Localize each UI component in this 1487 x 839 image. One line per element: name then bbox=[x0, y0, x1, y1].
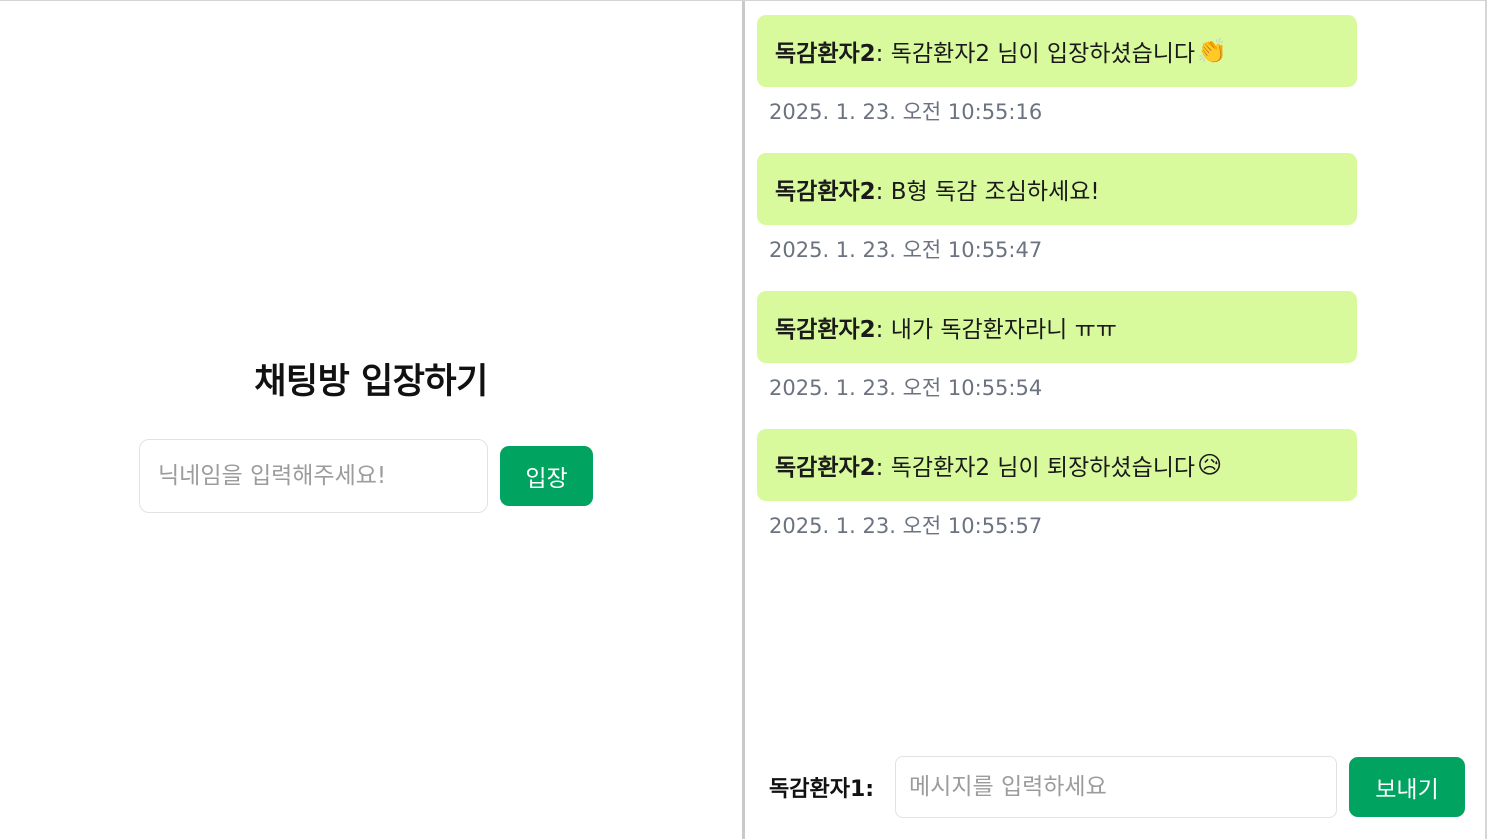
message-text: : 독감환자2 님이 퇴장하셨습니다 bbox=[875, 455, 1196, 481]
message-bubble: 독감환자2 : 독감환자2 님이 퇴장하셨습니다 😥 bbox=[757, 429, 1357, 501]
message-item: 독감환자2 : B형 독감 조심하세요! 2025. 1. 23. 오전 10:… bbox=[757, 153, 1357, 264]
message-bubble: 독감환자2 : 독감환자2 님이 입장하셨습니다 👏 bbox=[757, 15, 1357, 87]
message-item: 독감환자2 : 내가 독감환자라니 ㅠㅠ 2025. 1. 23. 오전 10:… bbox=[757, 291, 1357, 402]
join-title: 채팅방 입장하기 bbox=[254, 362, 488, 402]
message-timestamp: 2025. 1. 23. 오전 10:55:57 bbox=[769, 514, 1043, 538]
message-bubble: 독감환자2 : B형 독감 조심하세요! bbox=[757, 153, 1357, 225]
send-button[interactable]: 보내기 bbox=[1349, 757, 1465, 817]
app-frame: 채팅방 입장하기 입장 독감환자2 : 독감환자2 님이 입장하셨습니다 👏 2… bbox=[0, 0, 1487, 839]
message-text: : 독감환자2 님이 입장하셨습니다 bbox=[875, 41, 1196, 67]
message-sender: 독감환자2 bbox=[775, 455, 876, 481]
nickname-input[interactable] bbox=[139, 439, 488, 513]
chat-panel: 독감환자2 : 독감환자2 님이 입장하셨습니다 👏 2025. 1. 23. … bbox=[745, 1, 1485, 839]
message-timestamp: 2025. 1. 23. 오전 10:55:16 bbox=[769, 100, 1043, 124]
sad-face-icon: 😥 bbox=[1197, 451, 1223, 479]
message-input[interactable] bbox=[895, 756, 1337, 818]
clapping-hands-icon: 👏 bbox=[1197, 37, 1227, 65]
message-item: 독감환자2 : 독감환자2 님이 퇴장하셨습니다 😥 2025. 1. 23. … bbox=[757, 429, 1357, 540]
message-timestamp: 2025. 1. 23. 오전 10:55:47 bbox=[769, 238, 1043, 262]
message-sender: 독감환자2 bbox=[775, 317, 876, 343]
message-sender: 독감환자2 bbox=[775, 41, 876, 67]
message-timestamp: 2025. 1. 23. 오전 10:55:54 bbox=[769, 376, 1043, 400]
message-bubble: 독감환자2 : 내가 독감환자라니 ㅠㅠ bbox=[757, 291, 1357, 363]
join-panel: 채팅방 입장하기 입장 bbox=[0, 1, 742, 839]
enter-button[interactable]: 입장 bbox=[500, 446, 593, 506]
message-text: : 내가 독감환자라니 ㅠㅠ bbox=[875, 317, 1117, 343]
message-sender: 독감환자2 bbox=[775, 179, 876, 205]
message-text: : B형 독감 조심하세요! bbox=[875, 179, 1100, 205]
current-user-label: 독감환자1: bbox=[769, 777, 875, 802]
message-item: 독감환자2 : 독감환자2 님이 입장하셨습니다 👏 2025. 1. 23. … bbox=[757, 15, 1357, 126]
